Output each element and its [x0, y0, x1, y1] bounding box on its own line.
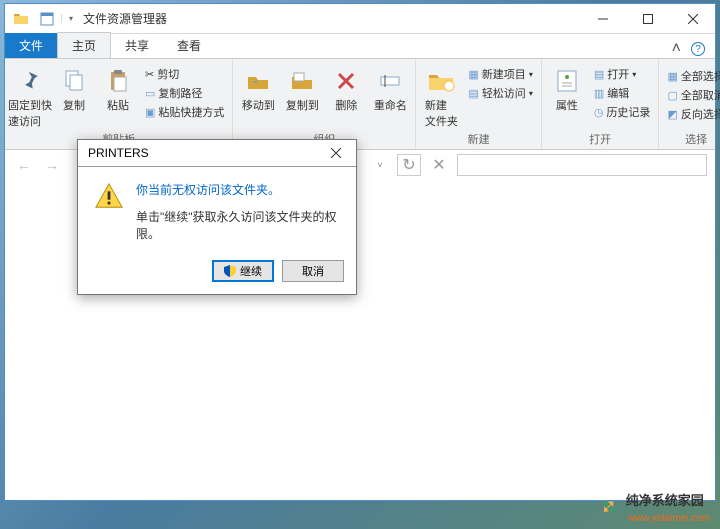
cancel-button[interactable]: 取消: [282, 260, 344, 282]
close-button[interactable]: [670, 4, 715, 34]
properties-button[interactable]: 属性: [546, 61, 588, 113]
watermark-url: www.yidaimei.com: [628, 513, 710, 524]
tab-file[interactable]: 文件: [5, 33, 57, 58]
pin-icon: [18, 65, 42, 97]
watermark-logo-icon: [598, 496, 620, 518]
chevron-down-icon: ▾: [529, 70, 533, 79]
uac-shield-icon: [224, 265, 236, 277]
easy-access-button[interactable]: ▤轻松访问▾: [464, 84, 536, 102]
properties-icon: [556, 65, 578, 97]
window-title: 文件资源管理器: [83, 10, 167, 27]
open-button[interactable]: ▤打开▾: [590, 65, 655, 83]
group-new: 新建 文件夹 ▦新建项目▾ ▤轻松访问▾ 新建: [416, 59, 541, 149]
cut-button[interactable]: ✂剪切: [141, 65, 228, 83]
open-group-label: 打开: [546, 131, 655, 149]
delete-icon: [336, 65, 356, 97]
select-group-label: 选择: [663, 131, 720, 149]
chevron-down-icon: ▾: [632, 70, 636, 79]
pin-label: 固定到快 速访问: [8, 97, 52, 129]
scissors-icon: ✂: [145, 68, 154, 81]
edit-button[interactable]: ▥编辑: [590, 84, 655, 102]
group-organize: 移动到 复制到 删除 重命名 组织: [233, 59, 416, 149]
delete-button[interactable]: 删除: [325, 61, 367, 113]
folder-icon: [9, 7, 33, 31]
open-icon: ▤: [594, 68, 604, 81]
warning-icon: [94, 181, 124, 211]
edit-icon: ▥: [594, 87, 604, 100]
continue-button[interactable]: 继续: [212, 260, 274, 282]
cancel-label: 取消: [302, 263, 324, 279]
paste-label: 粘贴: [107, 97, 129, 113]
selectall-icon: ▦: [667, 70, 677, 83]
group-open: 属性 ▤打开▾ ▥编辑 ◷历史记录 打开: [542, 59, 660, 149]
titlebar: ▾ 文件资源管理器: [5, 4, 715, 34]
maximize-button[interactable]: [625, 4, 670, 34]
move-icon: [246, 65, 270, 97]
copy-path-button[interactable]: ▭复制路径: [141, 84, 228, 102]
permission-dialog: PRINTERS 你当前无权访问该文件夹。 单击"继续"获取永久访问该文件夹的权…: [77, 139, 357, 295]
copy-to-button[interactable]: 复制到: [281, 61, 323, 113]
new-folder-button[interactable]: 新建 文件夹: [420, 61, 462, 129]
quick-access-toolbar: ▾: [5, 7, 77, 31]
dialog-titlebar: PRINTERS: [78, 140, 356, 167]
invert-icon: ◩: [667, 108, 677, 121]
address-dropdown-icon[interactable]: ˅: [369, 160, 391, 170]
rename-button[interactable]: 重命名: [369, 61, 411, 113]
window-controls: [580, 4, 715, 34]
dialog-close-button[interactable]: [316, 140, 356, 167]
refresh-button[interactable]: ↻: [397, 154, 421, 176]
path-icon: ▭: [145, 87, 155, 100]
tab-view[interactable]: 查看: [163, 33, 215, 58]
chevron-down-icon: ▾: [529, 89, 533, 98]
minimize-button[interactable]: [580, 4, 625, 34]
select-none-button[interactable]: ▢全部取消: [663, 86, 720, 104]
dialog-title: PRINTERS: [88, 146, 149, 160]
copyto-icon: [290, 65, 314, 97]
properties-qat-icon[interactable]: [35, 7, 59, 31]
ribbon-collapse-icon[interactable]: ˄: [672, 40, 681, 58]
tab-home[interactable]: 主页: [57, 32, 111, 59]
watermark-text: 纯净系统家园: [626, 493, 704, 508]
new-item-button[interactable]: ▦新建项目▾: [464, 65, 536, 83]
history-icon: ◷: [594, 106, 604, 119]
tab-share[interactable]: 共享: [111, 33, 163, 58]
group-select: ▦全部选择 ▢全部取消 ◩反向选择 选择: [659, 59, 720, 149]
paste-button[interactable]: 粘贴: [97, 61, 139, 113]
dialog-main-text: 你当前无权访问该文件夹。: [136, 181, 340, 198]
watermark: 纯净系统家园 www.yidaimei.com: [598, 490, 710, 524]
back-button[interactable]: ←: [13, 157, 35, 173]
new-folder-icon: [427, 65, 455, 97]
group-clipboard: 固定到快 速访问 复制 粘贴 ✂剪切 ▭复制路径 ▣: [5, 59, 233, 149]
history-button[interactable]: ◷历史记录: [590, 103, 655, 121]
dialog-sub-text: 单击"继续"获取永久访问该文件夹的权限。: [136, 208, 340, 242]
new-group-label: 新建: [420, 131, 536, 149]
copy-label: 复制: [63, 97, 85, 113]
pin-button[interactable]: 固定到快 速访问: [9, 61, 51, 129]
copy-button[interactable]: 复制: [53, 61, 95, 113]
forward-button[interactable]: →: [41, 157, 63, 173]
paste-shortcut-button[interactable]: ▣粘贴快捷方式: [141, 103, 228, 121]
move-to-button[interactable]: 移动到: [237, 61, 279, 113]
select-all-button[interactable]: ▦全部选择: [663, 67, 720, 85]
continue-label: 继续: [240, 263, 262, 279]
shortcut-icon: ▣: [145, 106, 155, 119]
invert-selection-button[interactable]: ◩反向选择: [663, 105, 720, 123]
stop-button[interactable]: ✕: [427, 155, 451, 175]
selectnone-icon: ▢: [667, 89, 677, 102]
ribbon-tabs: 文件 主页 共享 查看 ˄ ?: [5, 34, 715, 58]
copy-icon: [62, 65, 86, 97]
search-input[interactable]: [457, 154, 707, 176]
rename-icon: [378, 65, 402, 97]
qat-dropdown-icon[interactable]: ▾: [61, 14, 77, 23]
easy-access-icon: ▤: [468, 87, 478, 100]
ribbon: 固定到快 速访问 复制 粘贴 ✂剪切 ▭复制路径 ▣: [5, 58, 715, 150]
help-icon[interactable]: ?: [691, 42, 705, 56]
paste-icon: [106, 65, 130, 97]
new-item-icon: ▦: [468, 68, 478, 81]
